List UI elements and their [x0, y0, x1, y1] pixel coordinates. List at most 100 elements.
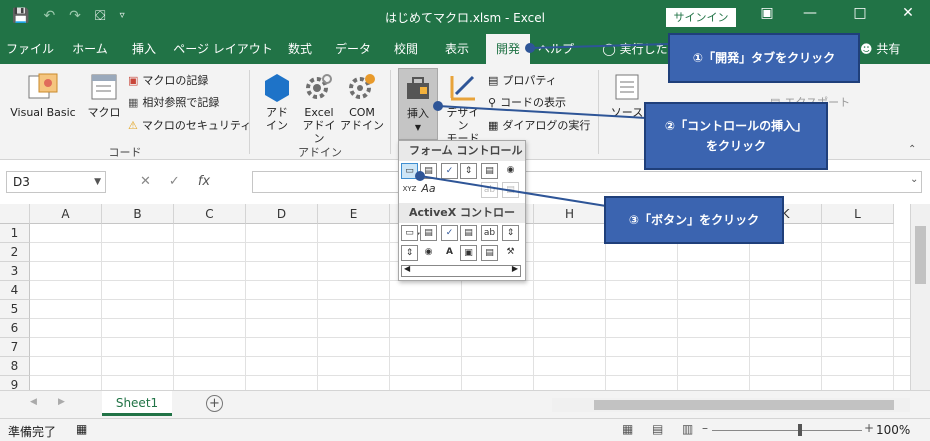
com-addins-button[interactable]: COM アドイン	[340, 72, 384, 132]
activex-button-control[interactable]: ▭	[401, 225, 418, 241]
xml-source-button[interactable]: ソース	[606, 72, 648, 119]
row-header[interactable]: 8	[0, 357, 30, 376]
page-break-view-icon[interactable]: ▥	[682, 422, 693, 436]
formula-input[interactable]	[252, 171, 922, 193]
tab-page-layout[interactable]: ページ レイアウト	[172, 34, 274, 64]
excel-addins-button[interactable]: Excel アドイン	[298, 72, 340, 145]
vertical-scroll-thumb[interactable]	[915, 226, 926, 284]
maximize-icon[interactable]: □	[845, 5, 875, 21]
macro-record-status-icon[interactable]: ▦	[76, 422, 87, 436]
row-header[interactable]: 5	[0, 300, 30, 319]
name-box-dropdown-icon[interactable]: ▼	[94, 172, 101, 192]
activex-listbox-control[interactable]: ▤	[460, 225, 477, 241]
macro-security-button[interactable]: ⚠ マクロのセキュリティ	[128, 117, 251, 133]
close-icon[interactable]: ✕	[893, 5, 923, 21]
row-header[interactable]: 2	[0, 243, 30, 262]
sheet-tab-sheet1[interactable]: Sheet1	[102, 391, 172, 416]
tab-file[interactable]: ファイル	[0, 34, 60, 64]
zoom-slider-thumb[interactable]	[798, 424, 802, 436]
column-header[interactable]: L	[822, 204, 894, 224]
form-checkbox-control[interactable]: ✓	[441, 163, 458, 179]
row-header[interactable]: 4	[0, 281, 30, 300]
column-header[interactable]: A	[30, 204, 102, 224]
form-spinner-control[interactable]: ⇕	[460, 163, 477, 179]
tab-formulas[interactable]: 数式	[278, 34, 322, 64]
properties-button[interactable]: ▤ プロパティ	[488, 72, 557, 88]
form-listbox-control[interactable]: ▤	[481, 163, 498, 179]
tell-me-search[interactable]: ◯ 実行した	[600, 34, 670, 64]
row-header[interactable]: 3	[0, 262, 30, 281]
activex-toggle-control[interactable]: ▤	[481, 245, 498, 261]
run-dialog-button[interactable]: ▦ ダイアログの実行	[488, 117, 590, 133]
row-header[interactable]: 9	[0, 376, 30, 390]
column-header[interactable]: D	[246, 204, 318, 224]
share-button[interactable]: ☻ 共有	[860, 34, 900, 64]
tab-review[interactable]: 校閲	[384, 34, 428, 64]
tab-home[interactable]: ホーム	[62, 34, 118, 64]
tab-insert[interactable]: 挿入	[120, 34, 168, 64]
form-combo-list-control[interactable]: ▤	[502, 182, 519, 198]
column-header[interactable]: E	[318, 204, 390, 224]
addins-button[interactable]: アド イン	[260, 72, 294, 132]
vertical-scrollbar[interactable]	[910, 204, 930, 390]
activex-more-controls[interactable]: ⚒	[502, 245, 519, 261]
row-header[interactable]: 6	[0, 319, 30, 338]
collapse-ribbon-icon[interactable]: ⌃	[908, 144, 916, 155]
column-header[interactable]: C	[174, 204, 246, 224]
column-header[interactable]: H	[534, 204, 606, 224]
zoom-out-icon[interactable]: –	[702, 421, 708, 435]
ribbon-display-icon[interactable]: ▣	[752, 5, 782, 21]
tab-view[interactable]: 表示	[432, 34, 482, 64]
tab-help[interactable]: ヘルプ	[532, 34, 580, 64]
cancel-icon[interactable]: ✕	[140, 171, 151, 193]
name-box[interactable]: D3 ▼	[6, 171, 106, 193]
add-sheet-icon[interactable]: +	[206, 395, 223, 412]
insert-function-icon[interactable]: fx	[198, 171, 210, 193]
column-header[interactable]: B	[102, 204, 174, 224]
form-combobox-control[interactable]: ▤	[420, 163, 437, 179]
macros-button[interactable]: マクロ	[84, 72, 124, 119]
tab-data[interactable]: データ	[326, 34, 380, 64]
record-macro-button[interactable]: ▣ マクロの記録	[128, 72, 208, 88]
redo-icon[interactable]: ↷	[69, 6, 81, 26]
expand-formula-icon[interactable]: ⌄	[910, 174, 918, 185]
activex-option-control[interactable]: ◉	[420, 245, 437, 261]
activex-combobox-control[interactable]: ▤	[420, 225, 437, 241]
insert-controls-button[interactable]: 挿入 ▼	[398, 68, 438, 140]
customize-qat-icon[interactable]: ▿	[120, 6, 125, 26]
form-button-control[interactable]: ▭	[401, 163, 418, 179]
activex-checkbox-control[interactable]: ✓	[441, 225, 458, 241]
minimize-icon[interactable]: —	[795, 5, 825, 21]
zoom-slider-track[interactable]	[712, 430, 862, 431]
save-icon[interactable]: 💾	[12, 6, 29, 26]
form-textfield-control[interactable]: ab	[481, 182, 498, 198]
activex-spin-control[interactable]: ⇕	[401, 245, 418, 261]
horizontal-scrollbar[interactable]	[552, 398, 910, 412]
select-all-corner[interactable]	[0, 204, 30, 224]
visual-basic-button[interactable]: Visual Basic	[8, 72, 78, 119]
undo-icon[interactable]: ↶	[43, 6, 55, 26]
activex-image-control[interactable]: ▣	[460, 245, 477, 261]
zoom-in-icon[interactable]: +	[864, 421, 874, 435]
row-header[interactable]: 1	[0, 224, 30, 243]
activex-label-control[interactable]: A	[441, 245, 458, 261]
sign-in-button[interactable]: サインイン	[666, 8, 736, 27]
zoom-level[interactable]: 100%	[876, 423, 910, 437]
design-mode-button[interactable]: デザイン モード	[442, 72, 484, 145]
view-code-button[interactable]: ⚲ コードの表示	[488, 94, 566, 110]
relative-reference-button[interactable]: ▦ 相対参照で記録	[128, 94, 219, 110]
form-groupbox-control[interactable]: XYZ	[401, 182, 418, 198]
normal-view-icon[interactable]: ▦	[622, 422, 633, 436]
form-label-control[interactable]: Aa	[420, 182, 437, 198]
prev-sheet-icon[interactable]: ◀	[30, 397, 37, 407]
network-icon[interactable]: ⛋	[95, 6, 106, 26]
page-layout-view-icon[interactable]: ▤	[652, 422, 663, 436]
tab-developer[interactable]: 開発	[486, 34, 530, 64]
next-sheet-icon[interactable]: ▶	[58, 397, 65, 407]
enter-icon[interactable]: ✓	[169, 171, 180, 193]
form-option-control[interactable]: ◉	[502, 163, 519, 179]
row-header[interactable]: 7	[0, 338, 30, 357]
activex-scroll-preview[interactable]: ◀ ▶	[401, 264, 521, 277]
activex-textbox-control[interactable]: ab	[481, 225, 498, 241]
horizontal-scroll-thumb[interactable]	[594, 400, 894, 410]
